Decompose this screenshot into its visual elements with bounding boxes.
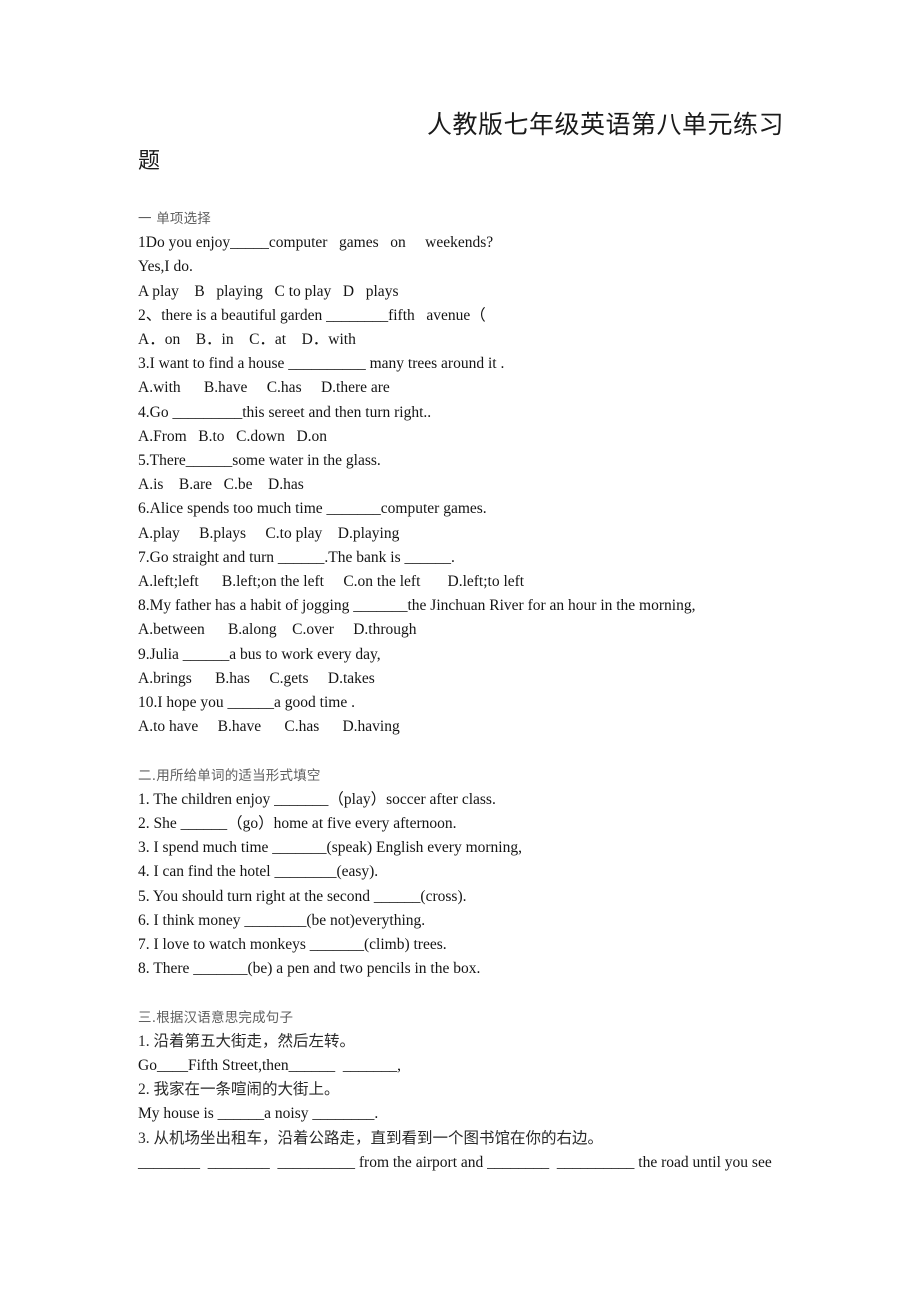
section-two: 二.用所给单词的适当形式填空 1. The children enjoy ___… [138,764,858,982]
document-title-block: 人教版七年级英语第八单元练习 题 [0,108,920,178]
fill-blank-line: 6. I think money ________(be not)everyth… [138,911,426,929]
answer-options: A.left;left B.left;on the left C.on the … [138,573,525,591]
worksheet-body: 一 单项选择 1Do you enjoy_____computer games … [138,207,858,1175]
answer-options: A play B playing C to play D plays [138,282,399,300]
question-line: 3.I want to find a house __________ many… [138,355,505,373]
fill-blank-line: 1. The children enjoy _______（play）socce… [138,790,496,808]
translation-prompt: 1. 沿着第五大街走，然后左转。 [138,1032,356,1050]
translation-answer-line: Go____Fifth Street,then______ _______, [138,1057,402,1075]
translation-answer-line: ________ ________ __________ from the ai… [138,1153,772,1171]
answer-options: A.From B.to C.down D.on [138,427,328,445]
translation-answer-line: My house is ______a noisy ________. [138,1105,379,1123]
question-line: 10.I hope you ______a good time . [138,694,355,712]
section-one: 一 单项选择 1Do you enjoy_____computer games … [138,207,858,739]
fill-blank-line: 4. I can find the hotel ________(easy). [138,863,379,881]
fill-blank-line: 7. I love to watch monkeys _______(climb… [138,936,447,954]
question-line: 5.There______some water in the glass. [138,452,381,470]
answer-options: A.brings B.has C.gets D.takes [138,669,375,687]
question-line: 8.My father has a habit of jogging _____… [138,597,696,615]
translation-prompt: 3. 从机场坐出租车，沿着公路走，直到看到一个图书馆在你的右边。 [138,1129,604,1147]
worksheet-page: 人教版七年级英语第八单元练习 题 一 单项选择 1Do you enjoy___… [0,0,920,1302]
answer-options: A.to have B.have C.has D.having [138,718,400,736]
fill-blank-line: 3. I spend much time _______(speak) Engl… [138,839,522,857]
section-three: 三.根据汉语意思完成句子 1. 沿着第五大街走，然后左转。 Go____Fift… [138,1006,858,1175]
fill-blank-line: 5. You should turn right at the second _… [138,887,467,905]
question-line: 1Do you enjoy_____computer games on week… [138,234,494,252]
section-three-heading: 三.根据汉语意思完成句子 [138,1009,294,1026]
question-line: 7.Go straight and turn ______.The bank i… [138,548,455,566]
section-two-heading: 二.用所给单词的适当形式填空 [138,767,321,784]
answer-options: A.play B.plays C.to play D.playing [138,524,400,542]
section-one-heading: 一 单项选择 [138,211,211,227]
answer-options: A.is B.are C.be D.has [138,476,304,494]
fill-blank-line: 2. She ______（go）home at five every afte… [138,815,457,833]
translation-prompt: 2. 我家在一条喧闹的大街上。 [138,1081,340,1099]
question-line: 2、there is a beautiful garden ________fi… [138,306,486,324]
question-line: 9.Julia ______a bus to work every day, [138,645,381,663]
fill-blank-line: 8. There _______(be) a pen and two penci… [138,960,481,978]
answer-options: A.with B.have C.has D.there are [138,379,390,397]
answer-options: A．on B．in C．at D．with [138,331,356,349]
answer-options: A.between B.along C.over D.through [138,621,417,639]
page-title: 人教版七年级英语第八单元练习 [426,112,784,139]
question-line: 6.Alice spends too much time _______comp… [138,500,487,518]
question-line: Yes,I do. [138,258,193,276]
question-line: 4.Go _________this sereet and then turn … [138,403,432,421]
page-title-continuation: 题 [138,148,161,173]
